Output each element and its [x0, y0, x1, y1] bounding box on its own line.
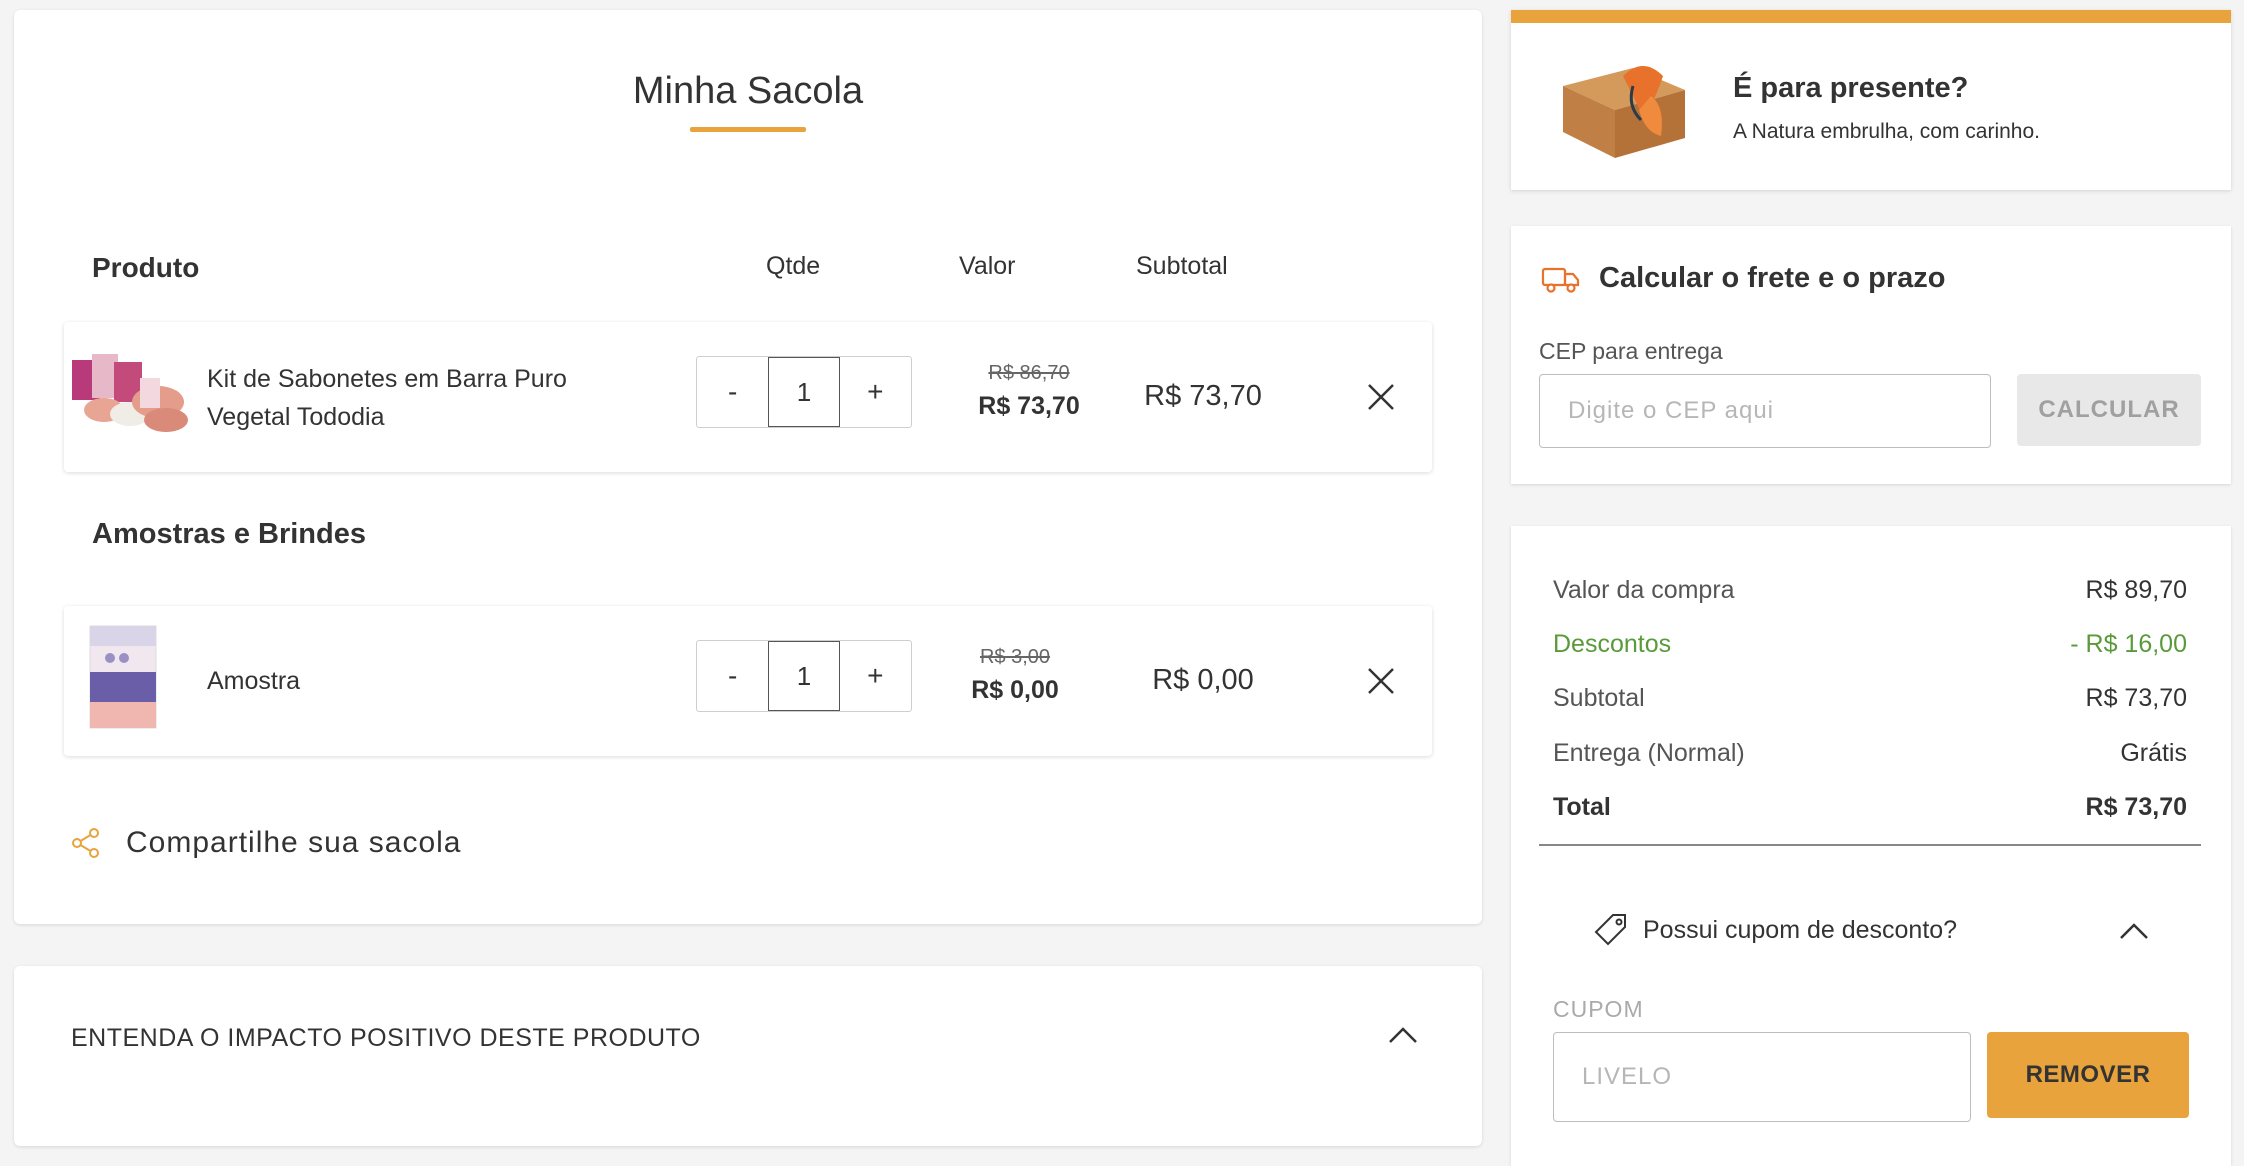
calculate-button[interactable]: CALCULAR — [2017, 374, 2201, 446]
summary-row-discount: Descontos - R$ 16,00 — [1553, 630, 2187, 659]
item-subtotal: R$ 73,70 — [1144, 380, 1262, 412]
share-cart-label: Compartilhe sua sacola — [126, 826, 462, 859]
decrease-qty-button[interactable]: - — [697, 357, 768, 427]
summary-label: Total — [1553, 793, 1611, 821]
gift-box-image — [1563, 66, 1685, 158]
original-price: R$ 86,70 — [988, 362, 1070, 384]
summary-row: Valor da compra R$ 89,70 — [1553, 576, 2187, 605]
summary-label: Descontos — [1553, 630, 1672, 658]
summary-row-total: Total R$ 73,70 — [1553, 793, 2187, 822]
item-subtotal: R$ 0,00 — [1152, 664, 1254, 696]
coupon-label: CUPOM — [1553, 996, 1644, 1022]
impact-title: ENTENDA O IMPACTO POSITIVO DESTE PRODUTO — [71, 1024, 701, 1052]
gift-subtitle: A Natura embrulha, com carinho. — [1733, 120, 2040, 143]
product-image — [72, 354, 188, 432]
gift-wrap-card[interactable]: É para presente? A Natura embrulha, com … — [1511, 10, 2231, 190]
column-header-subtotal: Subtotal — [1136, 252, 1228, 280]
quantity-stepper: - 1 + — [696, 356, 912, 428]
share-cart-link[interactable]: Compartilhe sua sacola — [70, 826, 462, 860]
cep-input[interactable] — [1539, 374, 1991, 448]
summary-row: Subtotal R$ 73,70 — [1553, 684, 2187, 713]
cart-panel: Minha Sacola Produto Qtde Valor Subtotal… — [14, 10, 1482, 924]
coupon-toggle-label: Possui cupom de desconto? — [1643, 915, 1958, 944]
summary-value: - R$ 16,00 — [2070, 630, 2187, 658]
shipping-title: Calcular o frete e o prazo — [1599, 262, 1946, 294]
tag-icon — [1594, 914, 1626, 946]
close-icon[interactable] — [1364, 664, 1398, 698]
title-underline — [690, 127, 806, 132]
cep-label: CEP para entrega — [1539, 338, 1723, 364]
quantity-input[interactable]: 1 — [768, 357, 840, 427]
quantity-input[interactable]: 1 — [768, 641, 840, 711]
product-name[interactable]: Kit de Sabonetes em Barra Puro Vegetal T… — [207, 360, 627, 436]
share-icon — [72, 828, 99, 858]
quantity-stepper: - 1 + — [696, 640, 912, 712]
coupon-input[interactable] — [1553, 1032, 1971, 1122]
summary-label: Entrega (Normal) — [1553, 739, 1745, 767]
truck-icon — [1541, 267, 1580, 293]
summary-value: Grátis — [2120, 739, 2187, 767]
accent-bar — [1511, 10, 2231, 23]
remove-coupon-button[interactable]: REMOVER — [1987, 1032, 2189, 1118]
unit-price: R$ 0,00 — [971, 676, 1059, 704]
summary-value: R$ 73,70 — [2085, 684, 2187, 712]
column-header-product: Produto — [92, 252, 200, 283]
close-icon[interactable] — [1364, 380, 1398, 414]
samples-heading: Amostras e Brindes — [92, 518, 366, 550]
product-name[interactable]: Amostra — [207, 662, 627, 700]
unit-price: R$ 73,70 — [978, 392, 1080, 420]
shipping-header: Calcular o frete e o prazo — [1541, 262, 1946, 295]
column-header-value: Valor — [959, 252, 1016, 280]
increase-qty-button[interactable]: + — [840, 357, 911, 427]
summary-value: R$ 73,70 — [2085, 793, 2187, 821]
original-price: R$ 3,00 — [979, 646, 1051, 668]
shipping-card: Calcular o frete e o prazo CEP para entr… — [1511, 226, 2231, 484]
page-title: Minha Sacola — [632, 70, 864, 112]
increase-qty-button[interactable]: + — [840, 641, 911, 711]
chevron-up-icon[interactable] — [2117, 918, 2151, 942]
gift-title: É para presente? — [1733, 72, 1969, 104]
cart-item: Amostra - 1 + R$ 3,00 R$ 0,00 R$ 0,00 — [64, 606, 1432, 756]
summary-row: Entrega (Normal) Grátis — [1553, 739, 2187, 768]
chevron-up-icon[interactable] — [1386, 1022, 1420, 1046]
column-header-qty: Qtde — [766, 252, 821, 280]
summary-label: Subtotal — [1553, 684, 1645, 712]
sample-image — [89, 625, 157, 729]
cart-item: Kit de Sabonetes em Barra Puro Vegetal T… — [64, 322, 1432, 472]
summary-divider — [1539, 844, 2201, 846]
decrease-qty-button[interactable]: - — [697, 641, 768, 711]
impact-accordion[interactable]: ENTENDA O IMPACTO POSITIVO DESTE PRODUTO — [14, 966, 1482, 1146]
summary-value: R$ 89,70 — [2085, 576, 2187, 604]
order-summary: Valor da compra R$ 89,70 Descontos - R$ … — [1511, 526, 2231, 1166]
summary-label: Valor da compra — [1553, 576, 1735, 604]
coupon-toggle[interactable]: Possui cupom de desconto? — [1593, 912, 1957, 948]
